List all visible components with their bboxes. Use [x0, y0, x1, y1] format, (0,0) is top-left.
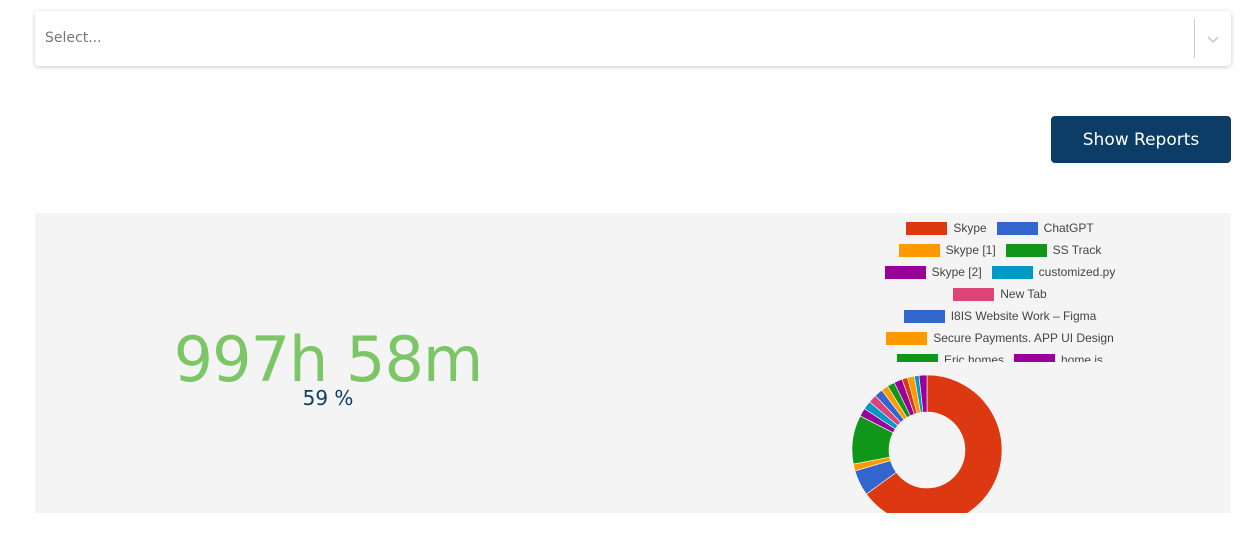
chevron-down-icon[interactable] [1205, 31, 1221, 47]
legend-label: Skype [1] [945, 243, 996, 257]
project-select[interactable]: Select... [35, 11, 1231, 66]
show-reports-button[interactable]: Show Reports [1051, 116, 1231, 163]
legend-label: New Tab [1000, 287, 1047, 301]
legend-item[interactable]: I8IS Website Work – Figma [903, 309, 1097, 323]
legend-item[interactable]: Skype [906, 221, 987, 235]
legend-item[interactable]: Secure Payments. APP UI Design [886, 331, 1114, 345]
legend-label: Skype [2] [931, 265, 982, 279]
select-placeholder: Select... [45, 30, 102, 46]
legend-item[interactable]: Skype [2] [884, 265, 982, 279]
report-panel: 997h 58m 59 % Skype ChatGPT Skype [1] SS Tr… [35, 213, 1231, 513]
legend-swatch [991, 265, 1033, 279]
legend-row: Secure Payments. APP UI Design [775, 327, 1225, 349]
legend-row: Skype [1] SS Track [775, 239, 1225, 261]
legend-swatch [1005, 243, 1047, 257]
legend-label: home is [1061, 353, 1104, 362]
legend-swatch [884, 265, 926, 279]
legend-row: Skype ChatGPT [775, 217, 1225, 239]
legend-label: customized.py [1038, 265, 1116, 279]
legend-label: Secure Payments. APP UI Design [933, 331, 1114, 345]
legend-swatch [903, 309, 945, 323]
legend-item[interactable]: New Tab [953, 287, 1047, 301]
legend-swatch [1014, 353, 1055, 362]
legend-swatch [996, 221, 1038, 235]
legend-item[interactable]: customized.py [991, 265, 1116, 279]
total-percent: 59 % [302, 386, 354, 410]
legend-item[interactable]: home is [1014, 353, 1103, 362]
legend-row: Skype [2] customized.py [775, 261, 1225, 283]
legend-item[interactable]: SS Track [1005, 243, 1102, 257]
legend-label: I8IS Website Work – Figma [950, 309, 1097, 323]
select-separator [1194, 19, 1195, 58]
legend-swatch [906, 221, 948, 235]
legend-label: SS Track [1052, 243, 1102, 257]
legend-swatch [886, 331, 928, 345]
legend-swatch [898, 243, 940, 257]
legend-label: ChatGPT [1043, 221, 1094, 235]
legend-item[interactable]: ChatGPT [996, 221, 1094, 235]
legend-swatch [953, 287, 995, 301]
legend-item[interactable]: Skype [1] [898, 243, 996, 257]
legend-label: Skype [953, 221, 987, 235]
donut-chart [851, 374, 1003, 513]
legend-row: I8IS Website Work – Figma [775, 305, 1225, 327]
legend-row: New Tab [775, 283, 1225, 305]
chart-legend: Skype ChatGPT Skype [1] SS Track Skype [2] cu… [775, 217, 1225, 362]
